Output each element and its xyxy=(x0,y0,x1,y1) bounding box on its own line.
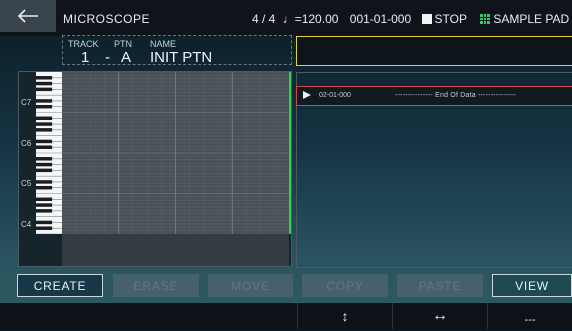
track-label: TRACK xyxy=(68,39,99,49)
black-key[interactable] xyxy=(36,145,53,149)
tempo: ♩=120.00 xyxy=(282,12,339,26)
create-button[interactable]: CREATE xyxy=(17,274,103,297)
back-arrow-icon xyxy=(17,9,38,23)
ptn-label: PTN xyxy=(114,39,132,49)
move-button[interactable]: MOVE xyxy=(208,274,293,297)
black-key[interactable] xyxy=(36,162,53,167)
black-key[interactable] xyxy=(36,116,53,121)
empty-function-label[interactable]: --- xyxy=(488,309,572,331)
black-key[interactable] xyxy=(36,168,53,173)
horizontal-arrows-icon[interactable]: ↔ xyxy=(393,305,487,327)
black-key[interactable] xyxy=(36,128,53,132)
black-key[interactable] xyxy=(36,104,53,109)
black-key[interactable] xyxy=(36,139,53,144)
black-key[interactable] xyxy=(36,220,53,225)
black-key[interactable] xyxy=(36,76,53,80)
black-key[interactable] xyxy=(36,180,53,184)
name-label: NAME xyxy=(150,39,177,49)
octave-label-c6: C6 xyxy=(21,139,32,148)
octave-label-c4: C4 xyxy=(21,220,32,229)
black-key[interactable] xyxy=(36,122,53,126)
header-status: 4 / 4 ♩=120.00 001-01-000 STOP SAMPLE PA… xyxy=(252,12,569,26)
track-separator: - xyxy=(105,49,110,66)
note-grid-lines xyxy=(62,72,289,234)
mode-label: SAMPLE PAD xyxy=(493,12,570,26)
time-signature: 4 / 4 xyxy=(252,12,276,26)
black-key[interactable] xyxy=(36,203,53,207)
event-position: 02-01-000 xyxy=(319,92,351,99)
track-info-box[interactable]: TRACK 1 - PTN A NAME INIT PTN xyxy=(62,35,292,66)
page-title: MICROSCOPE xyxy=(63,12,151,26)
transport-status: STOP xyxy=(434,12,467,26)
black-key[interactable] xyxy=(36,197,53,202)
vertical-arrows-icon[interactable]: ↕ xyxy=(298,305,392,327)
ptn-value: A xyxy=(121,49,132,66)
play-triangle-icon xyxy=(303,91,311,99)
copy-button[interactable]: COPY xyxy=(302,274,388,297)
black-key[interactable] xyxy=(36,87,53,92)
black-key[interactable] xyxy=(36,185,53,190)
erase-button[interactable]: ERASE xyxy=(113,274,199,297)
piano-keys[interactable] xyxy=(18,72,62,235)
sample-pad-grid-icon xyxy=(480,14,491,24)
octave-label-c7: C7 xyxy=(21,98,32,107)
event-text: --------------- End Of Data ------------… xyxy=(395,92,516,99)
name-value: INIT PTN xyxy=(150,49,213,66)
black-key[interactable] xyxy=(36,226,53,230)
paste-button[interactable]: PASTE xyxy=(397,274,483,297)
back-button[interactable] xyxy=(0,0,56,32)
velocity-area[interactable] xyxy=(62,234,289,266)
selection-info-box[interactable] xyxy=(296,36,572,66)
event-row-end-of-data[interactable]: 02-01-000 --------------- End Of Data --… xyxy=(296,86,572,106)
note-grid[interactable] xyxy=(62,72,289,234)
octave-label-c5: C5 xyxy=(21,179,32,188)
playback-end-line xyxy=(289,72,291,234)
view-button[interactable]: VIEW xyxy=(492,274,572,297)
black-key[interactable] xyxy=(36,81,53,86)
black-key[interactable] xyxy=(36,99,53,103)
song-position: 001-01-000 xyxy=(349,12,412,26)
piano-keyboard[interactable]: C7 C6 C5 C4 xyxy=(18,72,62,235)
black-key[interactable] xyxy=(36,209,53,213)
black-key[interactable] xyxy=(36,157,53,161)
stop-square-icon xyxy=(421,14,432,24)
track-value: 1 xyxy=(81,49,90,66)
